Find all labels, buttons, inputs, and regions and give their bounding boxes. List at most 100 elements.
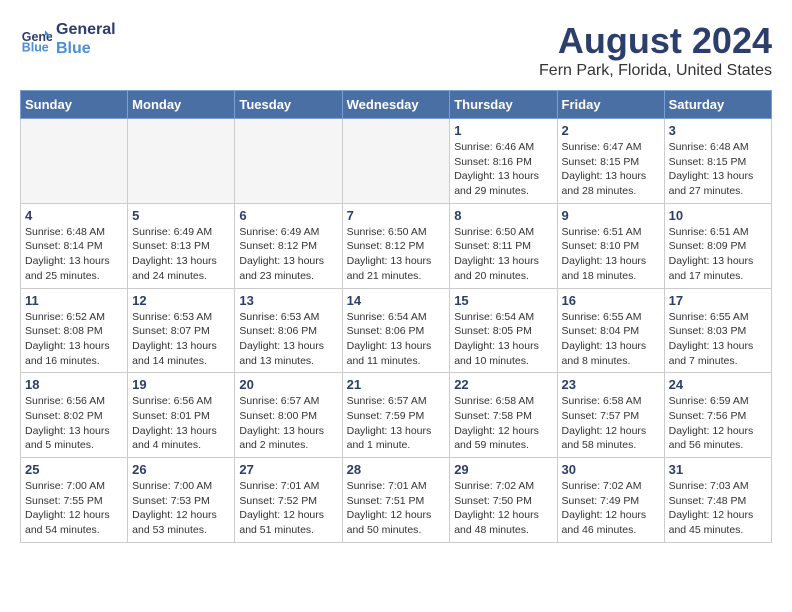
day-info: Sunrise: 6:55 AMSunset: 8:04 PMDaylight:… [562, 310, 660, 369]
logo: General Blue General Blue [20, 20, 116, 58]
calendar-week-row: 4 Sunrise: 6:48 AMSunset: 8:14 PMDaylight… [21, 203, 772, 288]
calendar-cell: 11 Sunrise: 6:52 AMSunset: 8:08 PMDayligh… [21, 288, 128, 373]
weekday-header-tuesday: Tuesday [235, 91, 342, 119]
calendar-cell [342, 119, 450, 204]
day-number: 23 [562, 377, 660, 392]
day-info: Sunrise: 7:02 AMSunset: 7:49 PMDaylight:… [562, 479, 660, 538]
calendar-cell: 15Sunrise: 6:54 AMSunset: 8:05 PMDayligh… [450, 288, 557, 373]
calendar-week-row: 25 Sunrise: 7:00 AMSunset: 7:55 PMDayligh… [21, 458, 772, 543]
day-info: Sunrise: 6:56 AMSunset: 8:02 PMDaylight:… [25, 394, 123, 453]
calendar-cell: 6Sunrise: 6:49 AMSunset: 8:12 PMDaylight… [235, 203, 342, 288]
day-info: Sunrise: 6:52 AMSunset: 8:08 PMDaylight:… [25, 310, 123, 369]
calendar-table: SundayMondayTuesdayWednesdayThursdayFrid… [20, 90, 772, 543]
day-info: Sunrise: 7:03 AMSunset: 7:48 PMDaylight:… [669, 479, 767, 538]
day-info: Sunrise: 6:53 AMSunset: 8:07 PMDaylight:… [132, 310, 230, 369]
day-info: Sunrise: 6:54 AMSunset: 8:05 PMDaylight:… [454, 310, 552, 369]
day-number: 5 [132, 208, 230, 223]
day-number: 18 [25, 377, 123, 392]
day-number: 8 [454, 208, 552, 223]
calendar-week-row: 1Sunrise: 6:46 AMSunset: 8:16 PMDaylight… [21, 119, 772, 204]
day-info: Sunrise: 7:00 AMSunset: 7:55 PMDaylight:… [25, 479, 123, 538]
day-number: 24 [669, 377, 767, 392]
day-number: 19 [132, 377, 230, 392]
calendar-cell [128, 119, 235, 204]
day-info: Sunrise: 6:58 AMSunset: 7:58 PMDaylight:… [454, 394, 552, 453]
logo-icon: General Blue [20, 23, 52, 55]
day-info: Sunrise: 6:47 AMSunset: 8:15 PMDaylight:… [562, 140, 660, 199]
calendar-cell: 16Sunrise: 6:55 AMSunset: 8:04 PMDayligh… [557, 288, 664, 373]
weekday-header-monday: Monday [128, 91, 235, 119]
day-number: 28 [347, 462, 446, 477]
day-number: 13 [239, 293, 337, 308]
day-number: 27 [239, 462, 337, 477]
calendar-cell: 27 Sunrise: 7:01 AMSunset: 7:52 PMDayligh… [235, 458, 342, 543]
location-title: Fern Park, Florida, United States [539, 62, 772, 80]
calendar-cell: 30 Sunrise: 7:02 AMSunset: 7:49 PMDayligh… [557, 458, 664, 543]
calendar-cell: 8 Sunrise: 6:50 AMSunset: 8:11 PMDaylight… [450, 203, 557, 288]
calendar-cell: 4 Sunrise: 6:48 AMSunset: 8:14 PMDaylight… [21, 203, 128, 288]
day-info: Sunrise: 6:54 AMSunset: 8:06 PMDaylight:… [347, 310, 446, 369]
calendar-cell: 3Sunrise: 6:48 AMSunset: 8:15 PMDaylight… [664, 119, 771, 204]
calendar-cell: 9 Sunrise: 6:51 AMSunset: 8:10 PMDaylight… [557, 203, 664, 288]
day-number: 7 [347, 208, 446, 223]
calendar-cell: 13Sunrise: 6:53 AMSunset: 8:06 PMDayligh… [235, 288, 342, 373]
day-number: 11 [25, 293, 123, 308]
calendar-cell [235, 119, 342, 204]
calendar-week-row: 11 Sunrise: 6:52 AMSunset: 8:08 PMDayligh… [21, 288, 772, 373]
calendar-cell: 14 Sunrise: 6:54 AMSunset: 8:06 PMDayligh… [342, 288, 450, 373]
day-number: 4 [25, 208, 123, 223]
weekday-header-thursday: Thursday [450, 91, 557, 119]
day-info: Sunrise: 6:57 AMSunset: 7:59 PMDaylight:… [347, 394, 446, 453]
calendar-cell: 2 Sunrise: 6:47 AMSunset: 8:15 PMDaylight… [557, 119, 664, 204]
day-info: Sunrise: 6:58 AMSunset: 7:57 PMDaylight:… [562, 394, 660, 453]
day-number: 17 [669, 293, 767, 308]
day-info: Sunrise: 6:59 AMSunset: 7:56 PMDaylight:… [669, 394, 767, 453]
calendar-cell: 20 Sunrise: 6:57 AMSunset: 8:00 PMDayligh… [235, 373, 342, 458]
calendar-cell: 22Sunrise: 6:58 AMSunset: 7:58 PMDayligh… [450, 373, 557, 458]
day-number: 2 [562, 123, 660, 138]
day-info: Sunrise: 7:02 AMSunset: 7:50 PMDaylight:… [454, 479, 552, 538]
calendar-cell: 23 Sunrise: 6:58 AMSunset: 7:57 PMDayligh… [557, 373, 664, 458]
day-number: 12 [132, 293, 230, 308]
page-header: General Blue General Blue August 2024 Fe… [20, 20, 772, 80]
calendar-week-row: 18 Sunrise: 6:56 AMSunset: 8:02 PMDayligh… [21, 373, 772, 458]
day-info: Sunrise: 7:01 AMSunset: 7:52 PMDaylight:… [239, 479, 337, 538]
day-info: Sunrise: 6:51 AMSunset: 8:10 PMDaylight:… [562, 225, 660, 284]
day-number: 14 [347, 293, 446, 308]
calendar-cell: 25 Sunrise: 7:00 AMSunset: 7:55 PMDayligh… [21, 458, 128, 543]
day-info: Sunrise: 6:56 AMSunset: 8:01 PMDaylight:… [132, 394, 230, 453]
calendar-cell: 29 Sunrise: 7:02 AMSunset: 7:50 PMDayligh… [450, 458, 557, 543]
day-number: 31 [669, 462, 767, 477]
calendar-cell: 7Sunrise: 6:50 AMSunset: 8:12 PMDaylight… [342, 203, 450, 288]
calendar-cell: 21 Sunrise: 6:57 AMSunset: 7:59 PMDayligh… [342, 373, 450, 458]
day-number: 29 [454, 462, 552, 477]
day-info: Sunrise: 6:49 AMSunset: 8:13 PMDaylight:… [132, 225, 230, 284]
weekday-header-friday: Friday [557, 91, 664, 119]
day-number: 9 [562, 208, 660, 223]
day-number: 20 [239, 377, 337, 392]
day-info: Sunrise: 6:48 AMSunset: 8:14 PMDaylight:… [25, 225, 123, 284]
day-info: Sunrise: 6:57 AMSunset: 8:00 PMDaylight:… [239, 394, 337, 453]
svg-text:Blue: Blue [22, 41, 49, 55]
calendar-cell: 26Sunrise: 7:00 AMSunset: 7:53 PMDayligh… [128, 458, 235, 543]
day-number: 25 [25, 462, 123, 477]
calendar-cell: 31 Sunrise: 7:03 AMSunset: 7:48 PMDayligh… [664, 458, 771, 543]
day-info: Sunrise: 6:50 AMSunset: 8:11 PMDaylight:… [454, 225, 552, 284]
day-number: 30 [562, 462, 660, 477]
day-info: Sunrise: 7:01 AMSunset: 7:51 PMDaylight:… [347, 479, 446, 538]
day-info: Sunrise: 7:00 AMSunset: 7:53 PMDaylight:… [132, 479, 230, 538]
calendar-cell: 19 Sunrise: 6:56 AMSunset: 8:01 PMDayligh… [128, 373, 235, 458]
calendar-cell: 17Sunrise: 6:55 AMSunset: 8:03 PMDayligh… [664, 288, 771, 373]
day-info: Sunrise: 6:46 AMSunset: 8:16 PMDaylight:… [454, 140, 552, 199]
day-number: 10 [669, 208, 767, 223]
calendar-cell: 5 Sunrise: 6:49 AMSunset: 8:13 PMDaylight… [128, 203, 235, 288]
title-block: August 2024 Fern Park, Florida, United S… [539, 20, 772, 80]
weekday-header-sunday: Sunday [21, 91, 128, 119]
calendar-cell: 28 Sunrise: 7:01 AMSunset: 7:51 PMDayligh… [342, 458, 450, 543]
logo-general: General [56, 20, 116, 39]
calendar-cell: 24 Sunrise: 6:59 AMSunset: 7:56 PMDayligh… [664, 373, 771, 458]
month-title: August 2024 [539, 20, 772, 62]
day-number: 21 [347, 377, 446, 392]
calendar-cell: 18 Sunrise: 6:56 AMSunset: 8:02 PMDayligh… [21, 373, 128, 458]
logo-blue: Blue [56, 39, 116, 58]
